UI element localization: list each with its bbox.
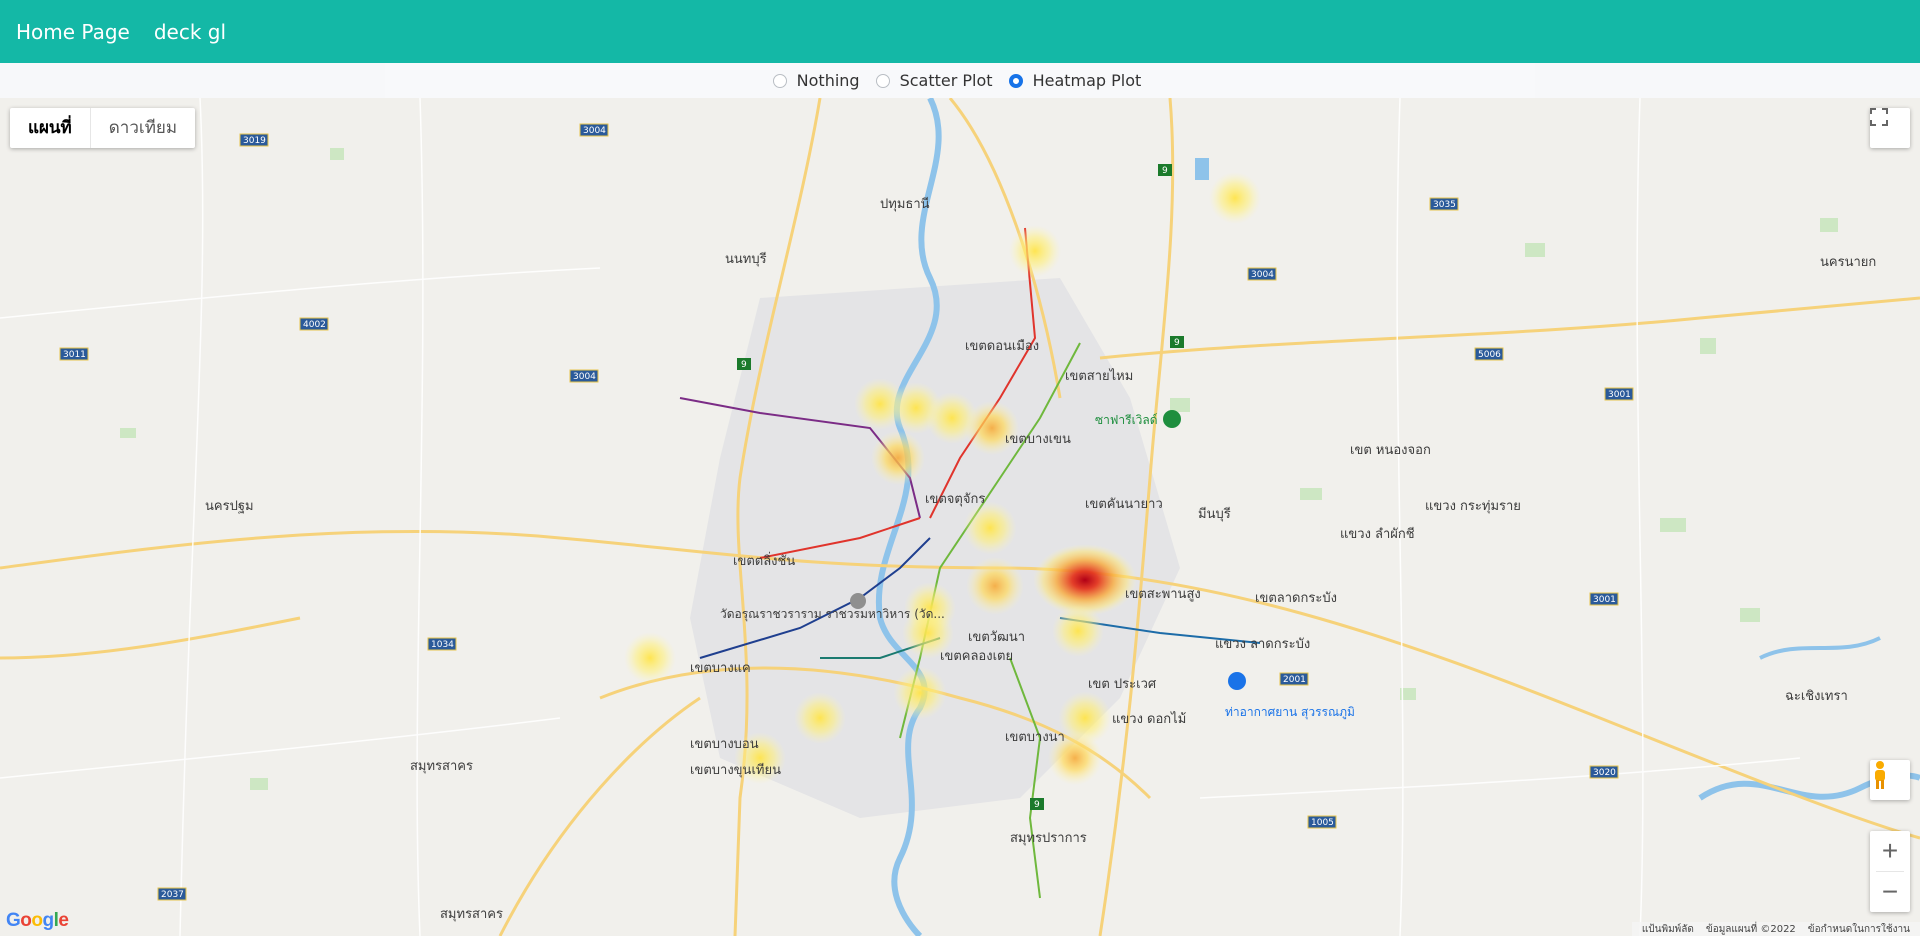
radio-scatter-label: Scatter Plot xyxy=(899,71,993,90)
label-nong-chok: เขต หนองจอก xyxy=(1350,443,1431,458)
svg-text:3001: 3001 xyxy=(1593,595,1616,605)
label-khan-na-yao: เขตคันนายาว xyxy=(1085,497,1163,512)
plot-option-bar: Nothing Scatter Plot Heatmap Plot xyxy=(0,63,1920,98)
map-type-satellite-button[interactable]: ดาวเทียม xyxy=(91,108,195,148)
keyboard-shortcuts-link[interactable]: แป้นพิมพ์ลัด xyxy=(1642,922,1694,936)
label-bang-khun-thian: เขตบางขุนเทียน xyxy=(690,762,781,778)
map-base-svg: เขตดอนเมือง เขตสายไหม เขตบางเขน เขตจตุจั… xyxy=(0,98,1920,936)
minus-icon: − xyxy=(1881,876,1899,907)
label-airport: ท่าอากาศยาน สุวรรณภูมิ xyxy=(1225,705,1355,720)
heatmap-point xyxy=(966,557,1024,615)
label-taling-chan: เขตตลิ่งชัน xyxy=(733,552,795,569)
svg-text:3001: 3001 xyxy=(1608,390,1631,400)
label-bang-khae: เขตบางแค xyxy=(690,661,751,676)
zoom-control: + − xyxy=(1870,831,1910,912)
label-bang-na: เขตบางนา xyxy=(1005,730,1065,745)
svg-text:3004: 3004 xyxy=(573,372,596,382)
label-bang-khen: เขตบางเขน xyxy=(1005,432,1071,447)
heatmap-point xyxy=(870,430,926,486)
svg-text:3004: 3004 xyxy=(583,126,606,136)
label-bang-bon: เขตบางบอน xyxy=(690,737,759,752)
label-nonthaburi: นนทบุรี xyxy=(725,251,767,267)
svg-text:3019: 3019 xyxy=(243,136,266,146)
svg-text:3035: 3035 xyxy=(1433,200,1456,210)
radio-nothing-circle[interactable] xyxy=(772,73,787,88)
home-page-link[interactable]: Home Page xyxy=(16,20,130,44)
label-lat-krabang-khwaeng: แขวง ลาดกระบัง xyxy=(1215,637,1310,652)
heatmap-point xyxy=(963,501,1017,555)
label-wat-arun: วัดอรุณราชวราราม ราชวรมหาวิหาร (วัด... xyxy=(720,607,945,622)
svg-text:1005: 1005 xyxy=(1311,818,1334,828)
heatmap-point xyxy=(893,666,947,720)
svg-text:2037: 2037 xyxy=(161,890,184,900)
map-attribution: แป้นพิมพ์ลัด ข้อมูลแผนที่ ©2022 ข้อกำหนด… xyxy=(1631,922,1920,936)
label-nakhon-pathom: นครปฐม xyxy=(205,499,254,514)
radio-heatmap[interactable]: Heatmap Plot xyxy=(1008,71,1148,90)
zoom-in-button[interactable]: + xyxy=(1870,831,1910,871)
plot-option-group: Nothing Scatter Plot Heatmap Plot xyxy=(385,63,1535,98)
radio-nothing-label: Nothing xyxy=(796,71,860,90)
fullscreen-icon xyxy=(1870,108,1888,126)
label-safari: ซาฟารีเวิลด์ xyxy=(1095,413,1158,427)
heatmap-point xyxy=(1209,172,1261,224)
svg-text:5006: 5006 xyxy=(1478,350,1501,360)
radio-nothing[interactable]: Nothing xyxy=(772,71,866,90)
heatmap-point xyxy=(1033,544,1137,616)
label-prawet: เขต ประเวศ xyxy=(1088,677,1157,692)
pegman-icon xyxy=(1875,761,1885,789)
label-lat-krabang: เขตลาดกระบัง xyxy=(1255,591,1337,606)
zoom-out-button[interactable]: − xyxy=(1870,872,1910,912)
deck-gl-link[interactable]: deck gl xyxy=(154,20,226,44)
plus-icon: + xyxy=(1881,835,1899,866)
map-canvas[interactable]: เขตดอนเมือง เขตสายไหม เขตบางเขน เขตจตุจั… xyxy=(0,98,1920,936)
label-khlong-toei: เขตคลองเตย xyxy=(940,649,1013,664)
label-samut-prakan: สมุทรปราการ xyxy=(1010,831,1087,846)
airport-icon xyxy=(1228,672,1246,690)
svg-text:9: 9 xyxy=(1174,338,1180,348)
navbar: Home Page deck gl xyxy=(0,0,1920,63)
radio-heatmap-label: Heatmap Plot xyxy=(1032,71,1142,90)
label-samut-sakhon: สมุทรสาคร xyxy=(410,759,473,774)
fullscreen-button[interactable] xyxy=(1870,108,1910,148)
label-chachoengsao: ฉะเชิงเทรา xyxy=(1785,689,1848,704)
heatmap-point xyxy=(1009,225,1061,277)
svg-text:4002: 4002 xyxy=(303,320,326,330)
label-nakhon-nayok: นครนายก xyxy=(1820,255,1876,270)
label-chatuchak: เขตจตุจักร xyxy=(925,492,985,507)
label-min-buri: มีนบุรี xyxy=(1198,506,1231,522)
heatmap-point xyxy=(624,632,676,684)
street-view-pegman[interactable] xyxy=(1870,760,1910,800)
heatmap-point xyxy=(964,400,1020,456)
svg-text:3004: 3004 xyxy=(1251,270,1274,280)
map-type-map-button[interactable]: แผนที่ xyxy=(10,108,91,148)
svg-text:2001: 2001 xyxy=(1283,675,1306,685)
radio-heatmap-circle[interactable] xyxy=(1008,73,1023,88)
radio-scatter[interactable]: Scatter Plot xyxy=(875,71,999,90)
map-type-control: แผนที่ ดาวเทียม xyxy=(10,108,196,148)
svg-text:9: 9 xyxy=(741,360,747,370)
label-pathum-thani: ปทุมธานี xyxy=(880,196,930,212)
terms-link[interactable]: ข้อกำหนดในการใช้งาน xyxy=(1808,922,1910,936)
label-samut-sakhon-2: สมุทรสาคร xyxy=(440,907,503,922)
label-don-mueang: เขตดอนเมือง xyxy=(965,338,1039,354)
radio-scatter-circle[interactable] xyxy=(875,73,890,88)
label-sai-mai: เขตสายไหม xyxy=(1065,368,1133,384)
svg-text:3020: 3020 xyxy=(1593,768,1616,778)
map-data-text: ข้อมูลแผนที่ ©2022 xyxy=(1705,923,1796,935)
temple-icon xyxy=(850,593,866,609)
svg-text:9: 9 xyxy=(1034,800,1040,810)
heatmap-point xyxy=(1052,605,1104,657)
label-krathum-rai: แขวง กระทุ่มราย xyxy=(1425,499,1521,514)
label-lam-phak-chi: แขวง ลำผักชี xyxy=(1340,526,1415,542)
label-wattana: เขตวัฒนา xyxy=(968,630,1025,645)
safari-icon xyxy=(1163,410,1181,428)
svg-text:1034: 1034 xyxy=(431,640,454,650)
google-logo[interactable]: Google xyxy=(6,910,69,932)
label-saphan-sung: เขตสะพานสูง xyxy=(1125,587,1201,602)
svg-text:3011: 3011 xyxy=(63,350,86,360)
heatmap-point xyxy=(794,692,846,744)
svg-text:9: 9 xyxy=(1162,166,1168,176)
label-dok-mai: แขวง ดอกไม้ xyxy=(1112,711,1186,727)
